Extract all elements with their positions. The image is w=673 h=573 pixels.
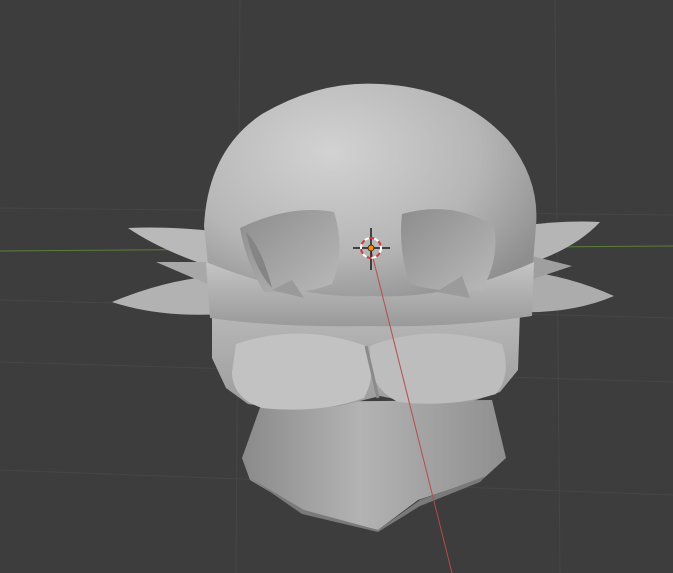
sculpt-mesh[interactable] [112, 83, 614, 532]
mesh-muzzle-right [370, 333, 506, 404]
mesh-eye-socket-right [401, 209, 496, 292]
mesh-muzzle-left [232, 333, 372, 410]
3d-viewport[interactable] [0, 0, 673, 573]
viewport-canvas[interactable] [0, 0, 673, 573]
object-origin-icon[interactable] [367, 244, 375, 252]
mesh-neck [242, 400, 506, 530]
